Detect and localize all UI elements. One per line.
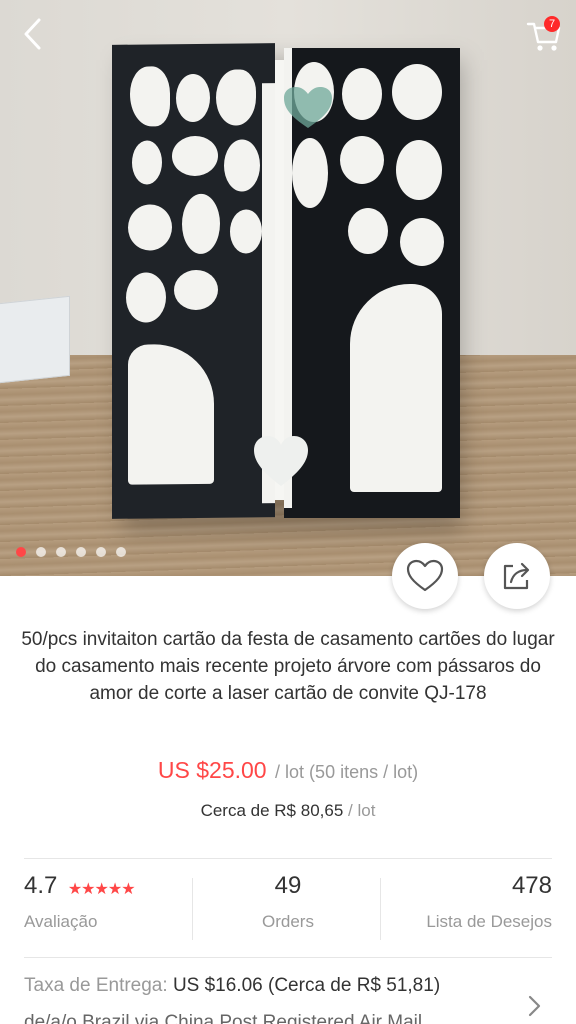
background-box xyxy=(0,295,70,385)
gallery-dot[interactable] xyxy=(56,547,66,557)
heart-print-icon xyxy=(284,87,332,128)
price-unit: / lot (50 itens / lot) xyxy=(275,762,419,782)
product-title: 50/pcs invitaiton cartão da festa de cas… xyxy=(21,629,555,704)
orders-value: 49 xyxy=(274,872,302,899)
shipping-label: Taxa de Entrega: xyxy=(24,975,168,996)
share-icon xyxy=(503,562,530,590)
rating-stars-icon: ★★★★★ xyxy=(67,880,136,898)
stat-separator xyxy=(380,878,381,940)
orders-label: Orders xyxy=(262,912,314,931)
orders-stat[interactable]: 49 Orders xyxy=(196,872,380,952)
product-price: US $25.00 xyxy=(157,757,267,783)
shipping-method: de/a/o Brazil via China Post Registered … xyxy=(24,1012,423,1024)
gallery-pagination xyxy=(16,547,126,557)
cart-button[interactable]: 7 xyxy=(524,14,564,54)
wishlist-button[interactable] xyxy=(392,543,458,609)
product-image-gallery[interactable]: 7 xyxy=(0,0,576,576)
heart-cutout-icon xyxy=(254,436,308,486)
gallery-dot[interactable] xyxy=(116,547,126,557)
wishlist-stat[interactable]: 478 Lista de Desejos xyxy=(384,872,552,952)
wishlist-value: 478 xyxy=(511,872,552,899)
approx-price-unit: / lot xyxy=(348,801,376,820)
share-button[interactable] xyxy=(484,543,550,609)
card-panel-left xyxy=(112,43,275,519)
chevron-left-icon xyxy=(24,18,41,50)
approx-price-row: Cerca de R$ 80,65 / lot xyxy=(0,801,576,821)
approx-price: Cerca de R$ 80,65 xyxy=(200,801,344,820)
shipping-row[interactable]: Taxa de Entrega: US $16.06 (Cerca de R$ … xyxy=(24,975,524,997)
product-stats: 4.7 ★★★★★ Avaliação 49 Orders 478 Lista … xyxy=(0,872,576,952)
gallery-dot[interactable] xyxy=(96,547,106,557)
gallery-dot[interactable] xyxy=(16,547,26,557)
chevron-right-icon xyxy=(528,995,541,1017)
price-row: US $25.00 / lot (50 itens / lot) xyxy=(0,757,576,784)
stat-separator xyxy=(192,878,193,940)
divider xyxy=(24,858,552,859)
back-button[interactable] xyxy=(18,16,52,52)
cart-count-badge: 7 xyxy=(544,16,560,32)
gallery-dot[interactable] xyxy=(36,547,46,557)
product-photo xyxy=(112,43,460,519)
shipping-details-button[interactable] xyxy=(522,992,546,1020)
divider xyxy=(24,957,552,958)
rating-stat[interactable]: 4.7 ★★★★★ Avaliação xyxy=(24,872,184,952)
rating-value: 4.7 xyxy=(24,872,58,899)
rating-label: Avaliação xyxy=(24,912,98,931)
gallery-dot[interactable] xyxy=(76,547,86,557)
shipping-value: US $16.06 (Cerca de R$ 51,81) xyxy=(172,975,441,996)
heart-outline-icon xyxy=(406,559,444,592)
wishlist-label: Lista de Desejos xyxy=(426,912,552,931)
